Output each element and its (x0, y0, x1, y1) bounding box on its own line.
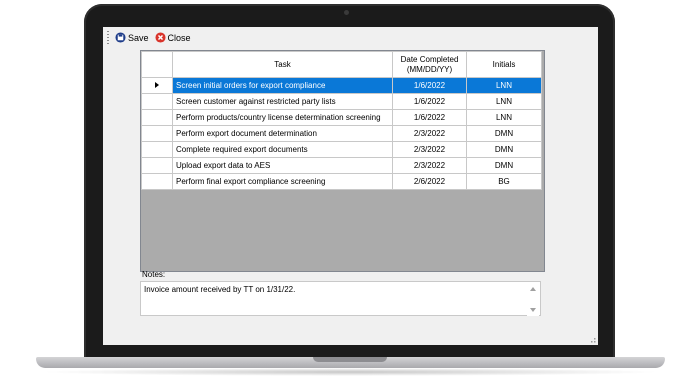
row-selector[interactable] (141, 141, 173, 158)
column-header-date-line2: (MM/DD/YY) (406, 64, 453, 74)
cell-task[interactable]: Complete required export documents (172, 141, 393, 158)
cell-date[interactable]: 2/3/2022 (392, 141, 467, 158)
cell-initials[interactable]: DMN (466, 141, 542, 158)
cell-initials[interactable]: LNN (466, 77, 542, 94)
cell-date[interactable]: 1/6/2022 (392, 109, 467, 126)
notes-scrollbar[interactable] (527, 283, 539, 316)
cell-task[interactable]: Perform final export compliance screenin… (172, 173, 393, 190)
cell-task[interactable]: Screen customer against restricted party… (172, 93, 393, 110)
laptop-base-notch (313, 357, 387, 362)
save-icon (115, 32, 126, 43)
webcam (344, 10, 349, 15)
app-window: Save Close Task Date Completed (MM/DD/YY… (103, 27, 598, 345)
close-circle-icon (154, 32, 166, 43)
table-row[interactable]: Perform final export compliance screenin… (141, 173, 542, 190)
task-grid[interactable]: Task Date Completed (MM/DD/YY) Initials … (140, 50, 545, 272)
cell-task[interactable]: Upload export data to AES (172, 157, 393, 174)
column-header-initials[interactable]: Initials (466, 51, 542, 78)
save-label: Save (128, 32, 149, 43)
cell-task[interactable]: Perform export document determination (172, 125, 393, 142)
table-row[interactable]: Perform export document determination 2/3… (141, 125, 542, 142)
cell-date[interactable]: 2/3/2022 (392, 157, 467, 174)
row-selector[interactable] (141, 125, 173, 142)
notes-textbox[interactable]: Invoice amount received by TT on 1/31/22… (140, 281, 541, 316)
cell-date[interactable]: 2/3/2022 (392, 125, 467, 142)
save-button[interactable]: Save (115, 32, 149, 43)
row-pointer-icon (155, 82, 159, 88)
cell-initials[interactable]: DMN (466, 125, 542, 142)
table-row[interactable]: Screen customer against restricted party… (141, 93, 542, 110)
row-selector[interactable] (141, 93, 173, 110)
column-header-task[interactable]: Task (172, 51, 393, 78)
cell-task[interactable]: Perform products/country license determi… (172, 109, 393, 126)
resize-grip-icon[interactable] (588, 335, 596, 343)
cell-date[interactable]: 1/6/2022 (392, 77, 467, 94)
laptop-shadow (40, 368, 661, 376)
cell-date[interactable]: 1/6/2022 (392, 93, 467, 110)
task-table: Task Date Completed (MM/DD/YY) Initials … (141, 51, 542, 190)
row-header-corner (141, 51, 173, 78)
cell-initials[interactable]: DMN (466, 157, 542, 174)
notes-text: Invoice amount received by TT on 1/31/22… (144, 285, 296, 294)
row-selector[interactable] (141, 173, 173, 190)
close-button[interactable]: Close (154, 32, 191, 43)
cell-task[interactable]: Screen initial orders for export complia… (172, 77, 393, 94)
cell-initials[interactable]: BG (466, 173, 542, 190)
toolbar: Save Close (103, 27, 598, 48)
cell-initials[interactable]: LNN (466, 93, 542, 110)
cell-date[interactable]: 2/6/2022 (392, 173, 467, 190)
toolbar-grip[interactable] (107, 30, 109, 45)
notes-label: Notes: (142, 270, 166, 279)
cell-initials[interactable]: LNN (466, 109, 542, 126)
table-row[interactable]: Perform products/country license determi… (141, 109, 542, 126)
row-selector[interactable] (141, 109, 173, 126)
column-header-date[interactable]: Date Completed (MM/DD/YY) (392, 51, 467, 78)
scroll-up-arrow-icon[interactable] (530, 287, 536, 291)
table-row[interactable]: Complete required export documents 2/3/20… (141, 141, 542, 158)
table-row[interactable]: Upload export data to AES 2/3/2022 DMN (141, 157, 542, 174)
row-selector[interactable] (141, 157, 173, 174)
close-label: Close (167, 32, 191, 43)
table-row[interactable]: Screen initial orders for export complia… (141, 77, 542, 94)
column-header-date-line1: Date Completed (400, 54, 459, 64)
row-selector[interactable] (141, 77, 173, 94)
header-row: Task Date Completed (MM/DD/YY) Initials (141, 51, 542, 78)
scroll-down-arrow-icon[interactable] (530, 308, 536, 312)
